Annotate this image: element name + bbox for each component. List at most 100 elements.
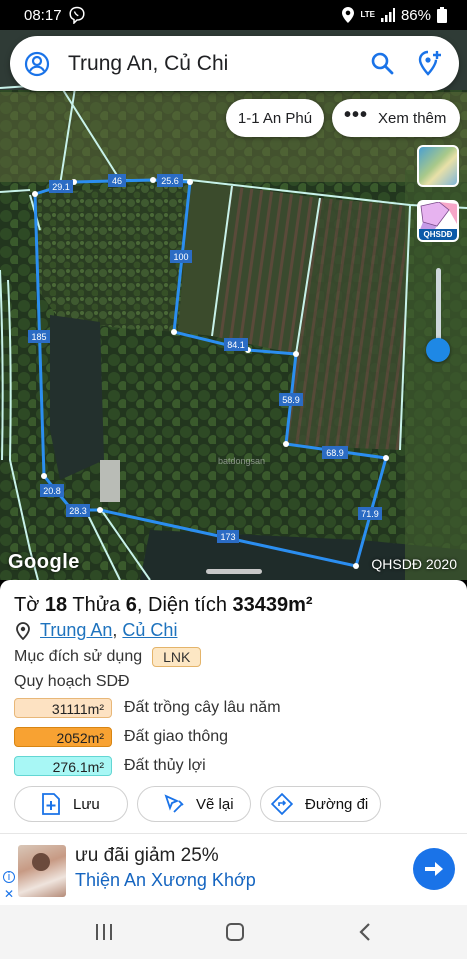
location-icon bbox=[342, 7, 355, 23]
ad-banner[interactable]: i ✕ ưu đãi giảm 25% Thiện An Xương Khớp bbox=[0, 833, 467, 905]
svg-text:84.1: 84.1 bbox=[227, 340, 245, 350]
svg-text:185: 185 bbox=[31, 332, 46, 342]
status-time: 08:17 bbox=[24, 6, 62, 24]
account-icon[interactable] bbox=[24, 51, 50, 77]
zone-label: Đất trồng cây lâu năm bbox=[124, 699, 281, 716]
svg-text:71.9: 71.9 bbox=[361, 509, 379, 519]
parcel-title: Tờ 18 Thửa 6, Diện tích 33439m² bbox=[14, 594, 313, 617]
signal-icon bbox=[380, 8, 395, 22]
directions-button[interactable]: Đường đi bbox=[260, 786, 381, 822]
status-bar: 08:17 LTE 86% bbox=[0, 0, 467, 30]
planning-layer-thumbnail bbox=[419, 202, 457, 232]
home-button[interactable] bbox=[226, 923, 244, 941]
edge-label: 28.3 bbox=[66, 504, 90, 517]
map-orchard bbox=[35, 182, 190, 332]
directions-label: Đường đi bbox=[305, 795, 369, 813]
ad-title: ưu đãi giảm 25% bbox=[75, 845, 219, 866]
area-chip[interactable]: 1-1 An Phú bbox=[226, 99, 324, 137]
purpose-code-badge: LNK bbox=[152, 647, 202, 667]
purpose-label: Mục đích sử dụng bbox=[14, 648, 143, 665]
planning-title: Quy hoạch SDĐ bbox=[14, 673, 130, 690]
redraw-button[interactable]: Vẽ lại bbox=[137, 786, 251, 822]
search-bar[interactable]: Trung An, Củ Chi bbox=[10, 36, 459, 91]
save-icon bbox=[42, 793, 60, 815]
edge-label: 173 bbox=[217, 530, 239, 543]
svg-text:46: 46 bbox=[112, 176, 122, 186]
recent-apps-icon[interactable] bbox=[95, 923, 113, 941]
map-pond bbox=[50, 315, 104, 480]
parcel-address: Trung An, Củ Chi bbox=[16, 620, 177, 641]
edge-label: 185 bbox=[28, 330, 50, 343]
map-watermark: batdongsan bbox=[218, 456, 265, 466]
more-chip[interactable]: ••• Xem thêm bbox=[332, 99, 460, 137]
svg-text:173: 173 bbox=[220, 532, 235, 542]
edge-label: 58.9 bbox=[279, 393, 303, 406]
svg-text:100: 100 bbox=[173, 252, 188, 262]
sheet-drag-handle[interactable] bbox=[206, 569, 262, 574]
system-nav-bar bbox=[0, 905, 467, 959]
zone-row: 276.1m² Đất thủy lợi bbox=[14, 756, 206, 776]
redraw-label: Vẽ lại bbox=[196, 795, 234, 813]
area-chip-label: 1-1 An Phú bbox=[237, 109, 313, 127]
parcel-info-sheet: Tờ 18 Thửa 6, Diện tích 33439m² Trung An… bbox=[0, 580, 467, 833]
planning-layer-label: QHSDĐ bbox=[419, 229, 457, 240]
district-link[interactable]: Củ Chi bbox=[122, 620, 177, 641]
zone-label: Đất giao thông bbox=[124, 728, 229, 745]
save-button[interactable]: Lưu bbox=[14, 786, 128, 822]
svg-text:58.9: 58.9 bbox=[282, 395, 300, 405]
planning-layer-button[interactable]: QHSDĐ bbox=[417, 200, 459, 242]
svg-text:20.8: 20.8 bbox=[43, 486, 61, 496]
action-buttons: Lưu Vẽ lại Đường đi bbox=[14, 786, 381, 822]
zone-area: 276.1m² bbox=[14, 756, 112, 776]
edge-label: 46 bbox=[108, 174, 126, 187]
area-label: , Diện tích bbox=[136, 594, 227, 616]
sheet-number: 18 bbox=[44, 594, 68, 616]
map-pin-icon bbox=[16, 621, 30, 640]
zone-area: 31111m² bbox=[14, 698, 112, 718]
map-layer-badge: QHSDĐ 2020 bbox=[371, 556, 457, 572]
ad-open-button[interactable] bbox=[413, 848, 455, 890]
ad-subtitle: Thiện An Xương Khớp bbox=[75, 870, 256, 890]
add-location-icon[interactable] bbox=[415, 49, 443, 77]
satellite-layer-button[interactable] bbox=[417, 145, 459, 187]
svg-text:29.1: 29.1 bbox=[52, 182, 70, 192]
svg-text:25.6: 25.6 bbox=[161, 176, 179, 186]
battery-icon bbox=[437, 7, 447, 23]
save-label: Lưu bbox=[73, 795, 100, 813]
zone-label: Đất thủy lợi bbox=[124, 757, 206, 774]
land-use-purpose: Mục đích sử dụng LNK bbox=[14, 647, 202, 667]
opacity-slider-knob[interactable] bbox=[426, 338, 450, 362]
back-icon[interactable] bbox=[358, 922, 372, 942]
edge-label: 84.1 bbox=[224, 338, 248, 351]
ad-image bbox=[18, 845, 66, 897]
edge-label: 100 bbox=[170, 250, 192, 263]
edge-label: 29.1 bbox=[49, 180, 73, 193]
network-type: LTE bbox=[360, 10, 375, 19]
edge-label: 25.6 bbox=[157, 174, 183, 187]
ad-info-icon[interactable]: i bbox=[3, 871, 15, 883]
redraw-icon bbox=[164, 794, 184, 813]
svg-text:28.3: 28.3 bbox=[69, 506, 87, 516]
map-building bbox=[100, 460, 120, 502]
more-chip-label: Xem thêm bbox=[378, 109, 447, 127]
viber-icon bbox=[68, 6, 85, 24]
directions-icon bbox=[271, 793, 293, 815]
google-logo: Google bbox=[8, 551, 80, 573]
arrow-right-icon bbox=[425, 862, 443, 876]
parcel-number: 6 bbox=[125, 594, 137, 616]
zone-area: 2052m² bbox=[14, 727, 112, 747]
ward-link[interactable]: Trung An bbox=[40, 620, 112, 641]
svg-text:68.9: 68.9 bbox=[326, 448, 344, 458]
search-icon[interactable] bbox=[369, 50, 395, 76]
area-value: 33439m² bbox=[232, 594, 313, 616]
edge-label: 68.9 bbox=[322, 446, 348, 459]
ad-close-icon[interactable]: ✕ bbox=[4, 887, 14, 901]
search-query[interactable]: Trung An, Củ Chi bbox=[68, 52, 228, 76]
zone-row: 31111m² Đất trồng cây lâu năm bbox=[14, 698, 281, 718]
parcel-prefix: Thửa bbox=[72, 594, 121, 616]
sheet-prefix: Tờ bbox=[14, 594, 40, 616]
edge-label: 71.9 bbox=[358, 507, 382, 520]
battery-percent: 86% bbox=[400, 6, 431, 24]
opacity-slider[interactable] bbox=[436, 268, 441, 348]
phone-screen: 08:17 LTE 86% 29.1 46 25.6 100 185 84.1 … bbox=[0, 0, 467, 959]
